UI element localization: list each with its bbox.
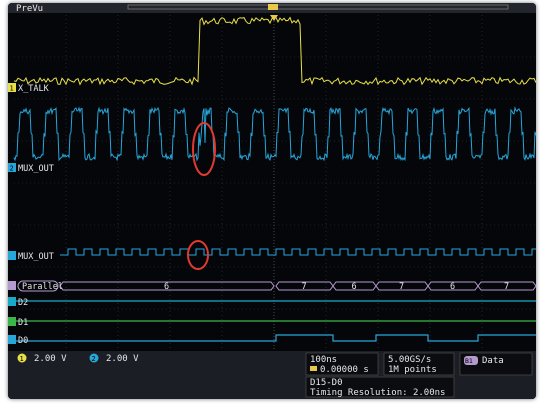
- channel-label-d2[interactable]: D2: [8, 297, 28, 308]
- ch1-name: X_TALK: [18, 84, 50, 94]
- channel-label-1[interactable]: 1 X_TALK: [8, 83, 50, 94]
- ch2-waveform: [13, 106, 536, 162]
- bus-value: 7: [504, 282, 509, 292]
- channel-label-2[interactable]: 2 MUX_OUT: [8, 163, 54, 174]
- bus-value: 7: [302, 282, 307, 292]
- channel-label-bus[interactable]: Parallel: [8, 280, 63, 292]
- glitch-highlight-analog: [192, 122, 216, 176]
- ch1-waveform: [13, 16, 536, 86]
- svg-text:D15-D0: D15-D0: [310, 378, 343, 388]
- bus-value: 7: [399, 282, 404, 292]
- svg-text:2.00 V: 2.00 V: [106, 354, 139, 364]
- svg-text:B1: B1: [465, 357, 473, 365]
- window-title: PreVu: [16, 4, 43, 14]
- svg-text:Timing Resolution: 2.00ns: Timing Resolution: 2.00ns: [310, 388, 445, 398]
- status-bar: [8, 351, 536, 399]
- d2-name: D2: [18, 298, 28, 308]
- parallel-bus-waveform: 6 7 6 7 6 7: [59, 281, 536, 292]
- svg-text:0.00000 s: 0.00000 s: [320, 365, 369, 375]
- overview-position-marker[interactable]: [268, 4, 278, 10]
- acquisition-readout[interactable]: 5.00GS/s 1M points: [383, 352, 455, 376]
- channel-label-d1[interactable]: D1: [8, 317, 28, 328]
- svg-text:100ns: 100ns: [310, 355, 337, 365]
- d0-name: D0: [18, 336, 28, 346]
- channel-label-d0[interactable]: D0: [8, 335, 28, 346]
- d1-name: D1: [18, 318, 28, 328]
- timebase-readout[interactable]: 100ns 0.00000 s: [305, 352, 379, 376]
- svg-text:5.00GS/s: 5.00GS/s: [388, 355, 431, 365]
- svg-text:2: 2: [92, 355, 96, 363]
- graticule: [14, 15, 536, 349]
- svg-text:1: 1: [20, 355, 24, 363]
- svg-text:1M points: 1M points: [388, 365, 437, 375]
- svg-text:2: 2: [10, 165, 14, 173]
- waveform-display: PreVu 676767 1 X_TALK 2 MUX_OUT MUX_OUT …: [8, 3, 536, 399]
- svg-text:Data: Data: [482, 356, 504, 366]
- svg-text:2.00 V: 2.00 V: [34, 354, 67, 364]
- scope-screen: PreVu 676767 1 X_TALK 2 MUX_OUT MUX_OUT …: [8, 3, 536, 399]
- bus-value: 6: [450, 282, 455, 292]
- bus-name: Parallel: [22, 282, 63, 292]
- channel-label-d-mux[interactable]: MUX_OUT: [8, 251, 54, 262]
- bus-value: 6: [164, 282, 169, 292]
- digital-mux-name: MUX_OUT: [18, 252, 54, 262]
- ch2-name: MUX_OUT: [18, 164, 54, 174]
- svg-text:1: 1: [10, 85, 14, 93]
- timing-readout[interactable]: D15-D0 Timing Resolution: 2.00ns: [305, 376, 455, 398]
- digital-mux-waveform: [60, 248, 536, 256]
- d0-waveform: [14, 334, 536, 342]
- bus-readout[interactable]: B1 Data: [459, 352, 533, 376]
- bus-value: 6: [352, 282, 357, 292]
